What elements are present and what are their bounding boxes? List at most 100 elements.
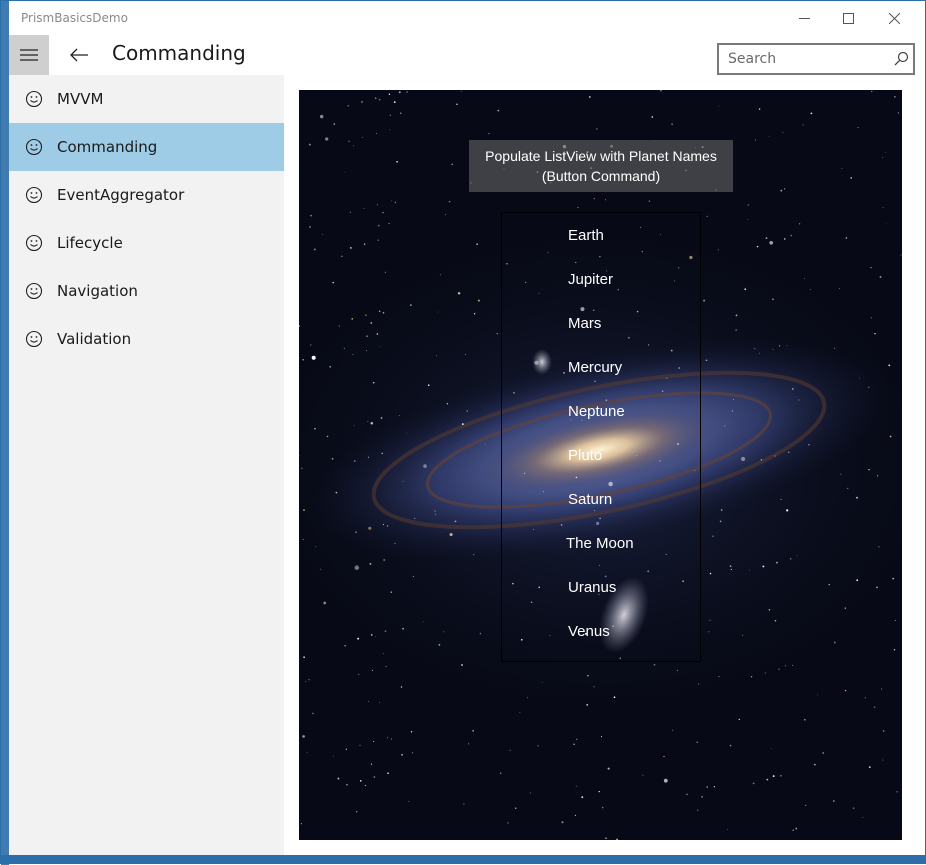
star	[883, 157, 884, 158]
star	[358, 674, 359, 675]
star	[701, 796, 703, 798]
star	[396, 161, 398, 163]
star	[898, 112, 899, 113]
star	[707, 216, 708, 217]
star	[797, 555, 798, 556]
star	[456, 104, 458, 106]
sidebar-item-navigation[interactable]: Navigation	[9, 267, 284, 315]
star	[371, 422, 374, 425]
star	[882, 760, 883, 761]
star	[320, 115, 323, 118]
star	[402, 628, 404, 630]
planet-name: Jupiter	[568, 271, 613, 288]
star	[312, 713, 314, 715]
maximize-button[interactable]	[825, 1, 871, 35]
star	[542, 682, 543, 683]
sidebar-item-commanding[interactable]: Commanding	[9, 123, 284, 171]
star	[308, 679, 310, 681]
star	[593, 686, 594, 687]
star	[587, 675, 588, 676]
arrow-left-icon	[70, 48, 88, 62]
list-item[interactable]: Saturn	[502, 477, 700, 521]
star	[573, 744, 574, 745]
planet-name: Neptune	[568, 403, 625, 420]
star	[380, 346, 381, 347]
title-bar[interactable]: PrismBasicsDemo	[9, 1, 925, 35]
star	[799, 223, 800, 224]
sidebar-item-eventaggregator[interactable]: EventAggregator	[9, 171, 284, 219]
list-item[interactable]: Venus	[502, 609, 700, 653]
star	[378, 225, 380, 227]
star	[537, 745, 539, 747]
search-input[interactable]	[719, 45, 898, 73]
star	[497, 333, 498, 334]
star	[846, 237, 848, 239]
star	[883, 730, 885, 732]
star	[780, 775, 782, 777]
star	[696, 741, 698, 743]
star	[698, 683, 699, 684]
star	[399, 415, 400, 416]
search-icon[interactable]	[894, 51, 909, 66]
planet-name: Pluto	[568, 447, 602, 464]
galaxy-background-image: Populate ListView with Planet Names (But…	[299, 90, 902, 840]
sidebar-item-label: MVVM	[57, 90, 103, 108]
sidebar-item-mvvm[interactable]: MVVM	[9, 75, 284, 123]
list-item[interactable]: Pluto	[502, 433, 700, 477]
star	[751, 676, 752, 677]
list-item[interactable]: Mercury	[502, 345, 700, 389]
list-item[interactable]: Uranus	[502, 565, 700, 609]
star	[868, 469, 869, 470]
back-button[interactable]	[61, 35, 97, 75]
star	[847, 488, 848, 489]
star	[389, 223, 390, 224]
star	[885, 152, 886, 153]
star	[775, 620, 776, 621]
star	[401, 686, 402, 687]
star	[839, 288, 840, 289]
star	[786, 509, 788, 511]
list-item[interactable]: The Moon	[502, 521, 700, 565]
star	[387, 525, 388, 526]
planet-name: Uranus	[568, 579, 616, 596]
star	[314, 248, 316, 250]
sidebar-item-label: EventAggregator	[57, 186, 184, 204]
star	[386, 666, 387, 667]
search-box[interactable]	[717, 43, 915, 75]
star	[368, 701, 369, 702]
star	[779, 345, 780, 346]
star	[781, 499, 782, 500]
star	[731, 569, 732, 570]
star	[605, 837, 607, 839]
list-item[interactable]: Earth	[502, 213, 700, 257]
planet-name: Venus	[568, 623, 610, 640]
star	[589, 96, 591, 98]
sidebar-item-lifecycle[interactable]: Lifecycle	[9, 219, 284, 267]
populate-listview-button[interactable]: Populate ListView with Planet Names (But…	[469, 140, 733, 192]
star	[798, 399, 799, 400]
button-label-line1: Populate ListView with Planet Names	[469, 146, 733, 166]
planet-listview[interactable]: Earth Jupiter Mars Mercury Neptune Pluto…	[501, 212, 701, 662]
star	[374, 776, 376, 778]
star	[385, 630, 387, 632]
hamburger-menu-button[interactable]	[9, 35, 49, 75]
list-item[interactable]: Neptune	[502, 389, 700, 433]
app-title: PrismBasicsDemo	[21, 11, 128, 25]
smiley-icon	[25, 234, 43, 252]
star	[773, 349, 774, 350]
close-button[interactable]	[871, 1, 917, 35]
list-item[interactable]: Jupiter	[502, 257, 700, 301]
star	[769, 136, 770, 137]
star	[507, 822, 508, 823]
list-item[interactable]: Mars	[502, 301, 700, 345]
star	[309, 144, 311, 146]
minimize-button[interactable]	[781, 1, 827, 35]
sidebar-item-validation[interactable]: Validation	[9, 315, 284, 363]
planet-name: Mercury	[568, 359, 622, 376]
star	[485, 444, 486, 445]
star	[410, 304, 411, 305]
star	[488, 133, 489, 134]
star	[871, 317, 873, 319]
star	[651, 116, 653, 118]
star	[382, 453, 383, 454]
